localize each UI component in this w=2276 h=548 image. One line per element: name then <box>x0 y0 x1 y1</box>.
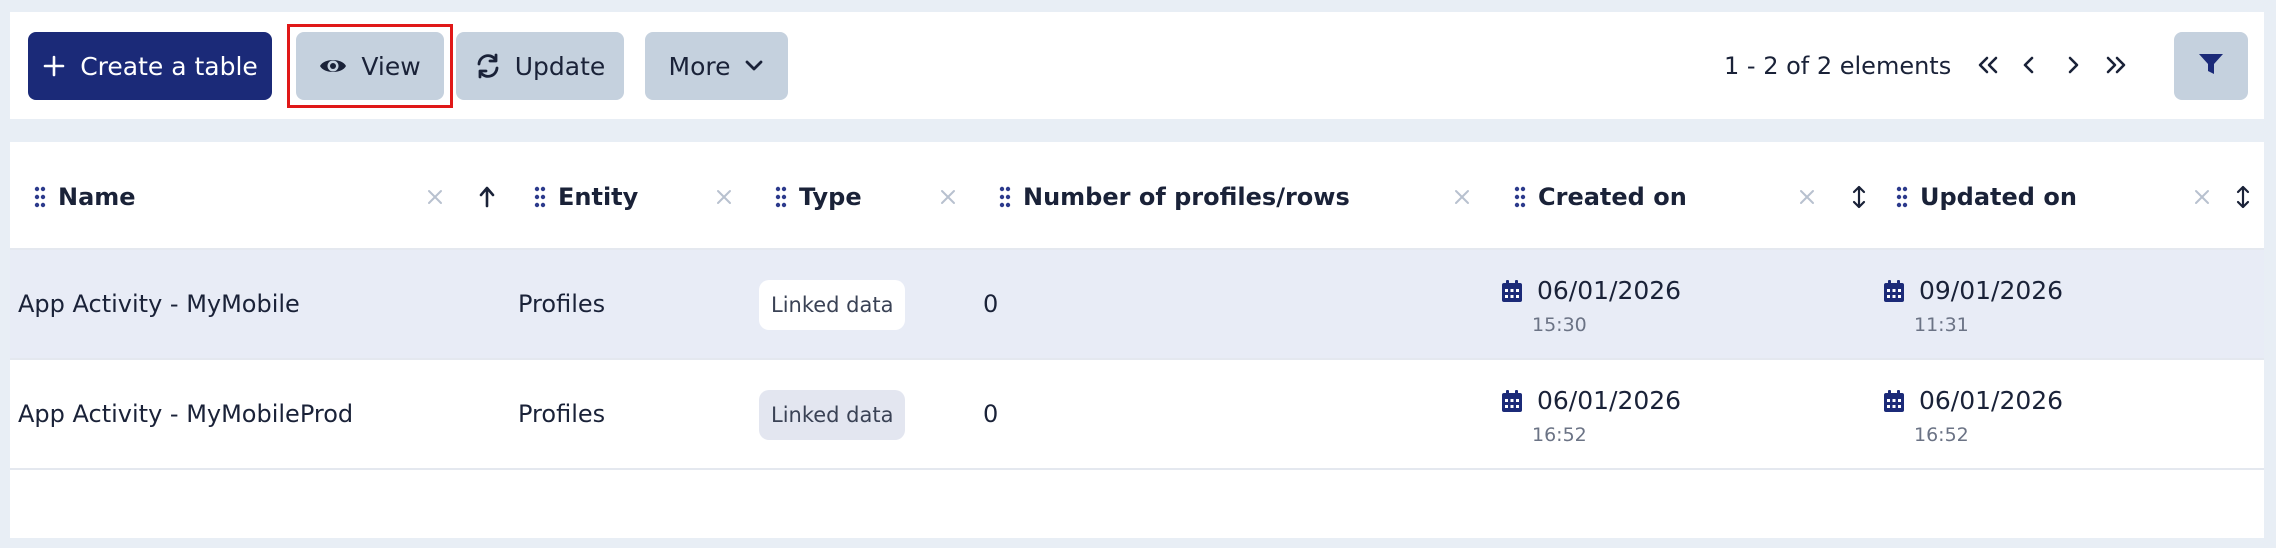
more-button[interactable]: More <box>645 32 788 100</box>
created-date: 06/01/2026 <box>1501 276 1681 305</box>
calendar-icon <box>1502 279 1522 302</box>
double-chevron-left-icon[interactable] <box>1973 50 2003 80</box>
eye-icon <box>319 55 347 77</box>
sort-vertical-icon[interactable] <box>1844 180 1874 214</box>
column-label: Entity <box>558 183 639 211</box>
created-date-value: 06/01/2026 <box>1537 386 1682 415</box>
created-date-value: 06/01/2026 <box>1537 276 1682 305</box>
cell-count: 0 <box>983 290 999 318</box>
create-table-label: Create a table <box>80 51 258 81</box>
updated-date-value: 09/01/2026 <box>1919 276 2064 305</box>
update-label: Update <box>514 51 606 81</box>
created-date: 06/01/2026 <box>1501 386 1681 415</box>
more-label: More <box>668 51 731 81</box>
column-header-number-of-profiles[interactable]: Number of profiles/rows <box>999 180 1350 214</box>
column-header-entity[interactable]: Entity <box>534 180 638 214</box>
updated-date: 09/01/2026 <box>1883 276 2063 305</box>
create-table-button[interactable]: Create a table <box>28 32 272 100</box>
arrow-up-icon[interactable] <box>472 180 502 214</box>
updated-time: 11:31 <box>1914 314 1969 336</box>
cell-name: App Activity - MyMobile <box>18 290 300 318</box>
calendar-icon <box>1502 389 1522 412</box>
updated-date-value: 06/01/2026 <box>1919 386 2064 415</box>
view-label: View <box>361 51 421 81</box>
close-icon[interactable] <box>1792 182 1822 212</box>
updated-time: 16:52 <box>1914 424 1969 446</box>
close-icon[interactable] <box>420 182 450 212</box>
close-icon[interactable] <box>709 182 739 212</box>
cell-count: 0 <box>983 400 999 428</box>
view-button[interactable]: View <box>296 32 444 100</box>
table-row[interactable]: App Activity - MyMobile Profiles Linked … <box>10 250 2264 360</box>
drag-handle-icon[interactable] <box>775 186 787 208</box>
sort-vertical-icon[interactable] <box>2228 180 2258 214</box>
drag-handle-icon[interactable] <box>1896 186 1908 208</box>
column-header-type[interactable]: Type <box>775 180 862 214</box>
pagination-text: 1 - 2 of 2 elements <box>1724 52 1952 80</box>
cell-name: App Activity - MyMobileProd <box>18 400 354 428</box>
column-header-created-on[interactable]: Created on <box>1514 180 1687 214</box>
cell-entity: Profiles <box>518 400 606 428</box>
data-table: Name Entity Type Number of profiles/rows <box>10 142 2264 538</box>
column-label: Created on <box>1538 183 1687 211</box>
chevron-down-icon <box>744 59 764 73</box>
toolbar: Create a table View Update More 1 - 2 of… <box>10 12 2264 119</box>
drag-handle-icon[interactable] <box>999 186 1011 208</box>
calendar-icon <box>1884 389 1904 412</box>
update-button[interactable]: Update <box>456 32 624 100</box>
plus-icon <box>42 54 66 78</box>
drag-handle-icon[interactable] <box>34 186 46 208</box>
column-header-updated-on[interactable]: Updated on <box>1896 180 2077 214</box>
close-icon[interactable] <box>1447 182 1477 212</box>
filter-button[interactable] <box>2174 32 2248 100</box>
close-icon[interactable] <box>933 182 963 212</box>
table-header: Name Entity Type Number of profiles/rows <box>10 142 2264 250</box>
column-header-name[interactable]: Name <box>34 180 136 214</box>
drag-handle-icon[interactable] <box>534 186 546 208</box>
chevron-left-icon[interactable] <box>2014 50 2044 80</box>
column-label: Type <box>799 183 862 211</box>
created-time: 15:30 <box>1532 314 1587 336</box>
column-label: Number of profiles/rows <box>1023 183 1350 211</box>
chevron-right-icon[interactable] <box>2058 50 2088 80</box>
cell-entity: Profiles <box>518 290 606 318</box>
created-time: 16:52 <box>1532 424 1587 446</box>
close-icon[interactable] <box>2187 182 2217 212</box>
double-chevron-right-icon[interactable] <box>2101 50 2131 80</box>
refresh-icon <box>475 53 501 79</box>
column-label: Updated on <box>1920 183 2077 211</box>
calendar-icon <box>1884 279 1904 302</box>
type-badge: Linked data <box>759 390 906 440</box>
type-badge: Linked data <box>759 280 906 330</box>
column-label: Name <box>58 183 136 211</box>
updated-date: 06/01/2026 <box>1883 386 2063 415</box>
table-row[interactable]: App Activity - MyMobileProd Profiles Lin… <box>10 360 2264 470</box>
filter-icon <box>2198 52 2224 80</box>
drag-handle-icon[interactable] <box>1514 186 1526 208</box>
